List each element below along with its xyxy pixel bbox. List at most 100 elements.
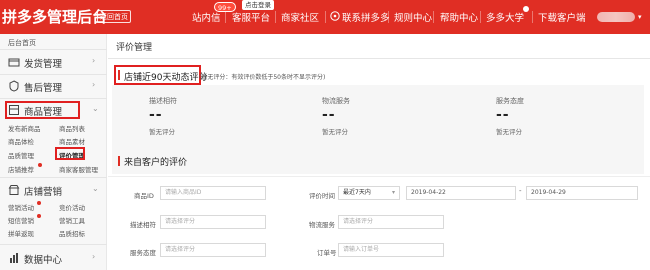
nav-divider [480, 11, 481, 23]
metric-sub: 暂无评分 [496, 128, 522, 136]
nav-university[interactable]: 多多大学 [486, 10, 524, 24]
nav-divider [325, 11, 326, 23]
shop-icon [8, 185, 20, 195]
sidebar-sub-service-manage[interactable]: 商家客服管理 [59, 164, 98, 174]
nav-divider [532, 11, 533, 23]
metric-sub: 暂无评分 [322, 128, 348, 136]
notification-dot [523, 6, 529, 12]
nav-divider [388, 11, 389, 23]
sidebar-sub-sms[interactable]: 短信营销 [8, 215, 34, 225]
date-separator: - [519, 187, 522, 195]
sidebar-sub-quality-bid[interactable]: 品质招标 [59, 228, 85, 238]
metric-value: -- [322, 107, 336, 123]
sidebar-item-marketing[interactable]: 店铺营销 ⌄ [0, 180, 107, 200]
service-placeholder: 请选择评分 [165, 246, 196, 253]
sidebar-home[interactable]: 后台首页 [8, 38, 36, 48]
nav-divider [433, 11, 434, 23]
highlight-box [114, 65, 201, 85]
metric-label: 物流服务 [322, 97, 350, 105]
stats-panel: 描述相符 -- 暂无评分 物流服务 -- 暂无评分 服务态度 -- 暂无评分 [112, 85, 644, 174]
start-date-input[interactable]: 2019-04-22 [406, 186, 516, 200]
sidebar-item-label: 数据中心 [24, 255, 63, 266]
top-bar: 拼多多管理后台 返回首页 站内信 99+ 客服平台 点击登录 商家社区 联系拼多… [0, 0, 650, 34]
goods-id-label: 商品ID [134, 192, 154, 200]
metric-value: -- [496, 107, 510, 123]
goods-id-input[interactable]: 请输入商品ID [160, 186, 266, 200]
service-rating-select[interactable]: 请选择评分 [160, 243, 266, 257]
divider [0, 98, 107, 99]
service-label: 服务态度 [130, 249, 156, 257]
reviews-title: 来自客户的评价 [124, 158, 188, 168]
sidebar-item-data[interactable]: 数据中心 › [0, 248, 107, 268]
divider [0, 74, 107, 75]
logistics-rating-select[interactable]: 请选择评分 [338, 215, 444, 229]
divider [0, 49, 107, 50]
sidebar-item-shipping[interactable]: 发货管理 › [0, 52, 107, 72]
nav-contact[interactable]: 联系拼多多 [342, 10, 390, 24]
sidebar-sub-cashback[interactable]: 拼单返现 [8, 228, 34, 238]
desc-placeholder: 请选择评分 [165, 218, 196, 225]
chevron-down-icon: ⌄ [92, 104, 99, 113]
chevron-down-icon: ⌄ [92, 184, 99, 193]
nav-messages[interactable]: 站内信 [192, 10, 221, 24]
back-home-button[interactable]: 返回首页 [97, 10, 131, 23]
sidebar-sub-tools[interactable]: 营销工具 [59, 215, 85, 225]
nav-divider [225, 11, 226, 23]
nav-customer-service[interactable]: 客服平台 [232, 10, 270, 24]
sidebar-sub-marketing-activity[interactable]: 营销活动 [8, 202, 34, 212]
page-title: 评价管理 [116, 43, 153, 53]
sidebar-item-after-sale[interactable]: 售后管理 › [0, 76, 107, 96]
main-content: 评价管理 店铺近90天动态评分 (暂无评分：有效评价数低于50条时不显示评分) … [108, 34, 650, 270]
login-tag[interactable]: 点击登录 [242, 0, 274, 10]
time-range-select[interactable]: 最近7天内 ▾ [338, 186, 400, 200]
nav-help[interactable]: 帮助中心 [440, 10, 478, 24]
brand-logo[interactable]: 拼多多管理后台 [2, 6, 107, 27]
desc-rating-select[interactable]: 请选择评分 [160, 215, 266, 229]
divider [0, 177, 107, 178]
nav-community[interactable]: 商家社区 [281, 10, 319, 24]
sidebar-sub-shop-recommend[interactable]: 店铺推荐 [8, 164, 34, 174]
user-account[interactable] [597, 12, 635, 22]
after-sale-icon [9, 80, 19, 92]
sidebar-sub-publish[interactable]: 发布新商品 [8, 123, 41, 133]
nav-divider [275, 11, 276, 23]
section-marker [118, 156, 120, 166]
sidebar: 后台首页 发货管理 › 售后管理 › 商品管理 ⌄ 发布新商品 商品列表 商品体… [0, 34, 107, 270]
sidebar-sub-goods-check[interactable]: 商品体检 [8, 136, 34, 146]
new-dot [38, 163, 42, 167]
metric-value: -- [149, 107, 163, 123]
logistics-label: 物流服务 [309, 221, 335, 229]
logistics-placeholder: 请选择评分 [343, 218, 374, 225]
highlight-box [55, 147, 85, 160]
time-range-value: 最近7天内 [343, 189, 371, 196]
stats-note: (暂无评分：有效评价数低于50条时不显示评分) [199, 74, 326, 81]
order-number-input[interactable]: 请输入订单号 [338, 243, 444, 257]
time-label: 评价时间 [309, 192, 335, 200]
nav-download[interactable]: 下载客户端 [538, 10, 586, 24]
chevron-down-icon: ▾ [391, 189, 395, 196]
sidebar-item-label: 店铺营销 [24, 187, 63, 198]
sidebar-item-label: 售后管理 [24, 83, 63, 94]
highlight-box [5, 101, 80, 119]
sidebar-sub-bidding[interactable]: 竞价活动 [59, 202, 85, 212]
new-dot [37, 214, 41, 218]
nav-rules[interactable]: 规则中心 [394, 10, 432, 24]
divider [108, 58, 650, 59]
chevron-right-icon: › [92, 56, 96, 65]
truck-icon [8, 58, 20, 67]
sidebar-sub-quality[interactable]: 品质管理 [8, 150, 34, 160]
new-dot [37, 201, 41, 205]
data-icon [10, 253, 18, 263]
sidebar-item-label: 发货管理 [24, 59, 63, 70]
divider [108, 176, 650, 177]
contact-icon [330, 11, 340, 21]
metric-label: 服务态度 [496, 97, 524, 105]
order-label: 订单号 [317, 249, 337, 257]
divider [0, 244, 107, 245]
end-date-input[interactable]: 2019-04-29 [526, 186, 638, 200]
sidebar-sub-goods-material[interactable]: 商品素材 [59, 136, 85, 146]
chevron-down-icon[interactable]: ▾ [638, 13, 642, 21]
desc-label: 描述相符 [130, 221, 156, 229]
chevron-right-icon: › [92, 80, 96, 89]
sidebar-sub-goods-list[interactable]: 商品列表 [59, 123, 85, 133]
